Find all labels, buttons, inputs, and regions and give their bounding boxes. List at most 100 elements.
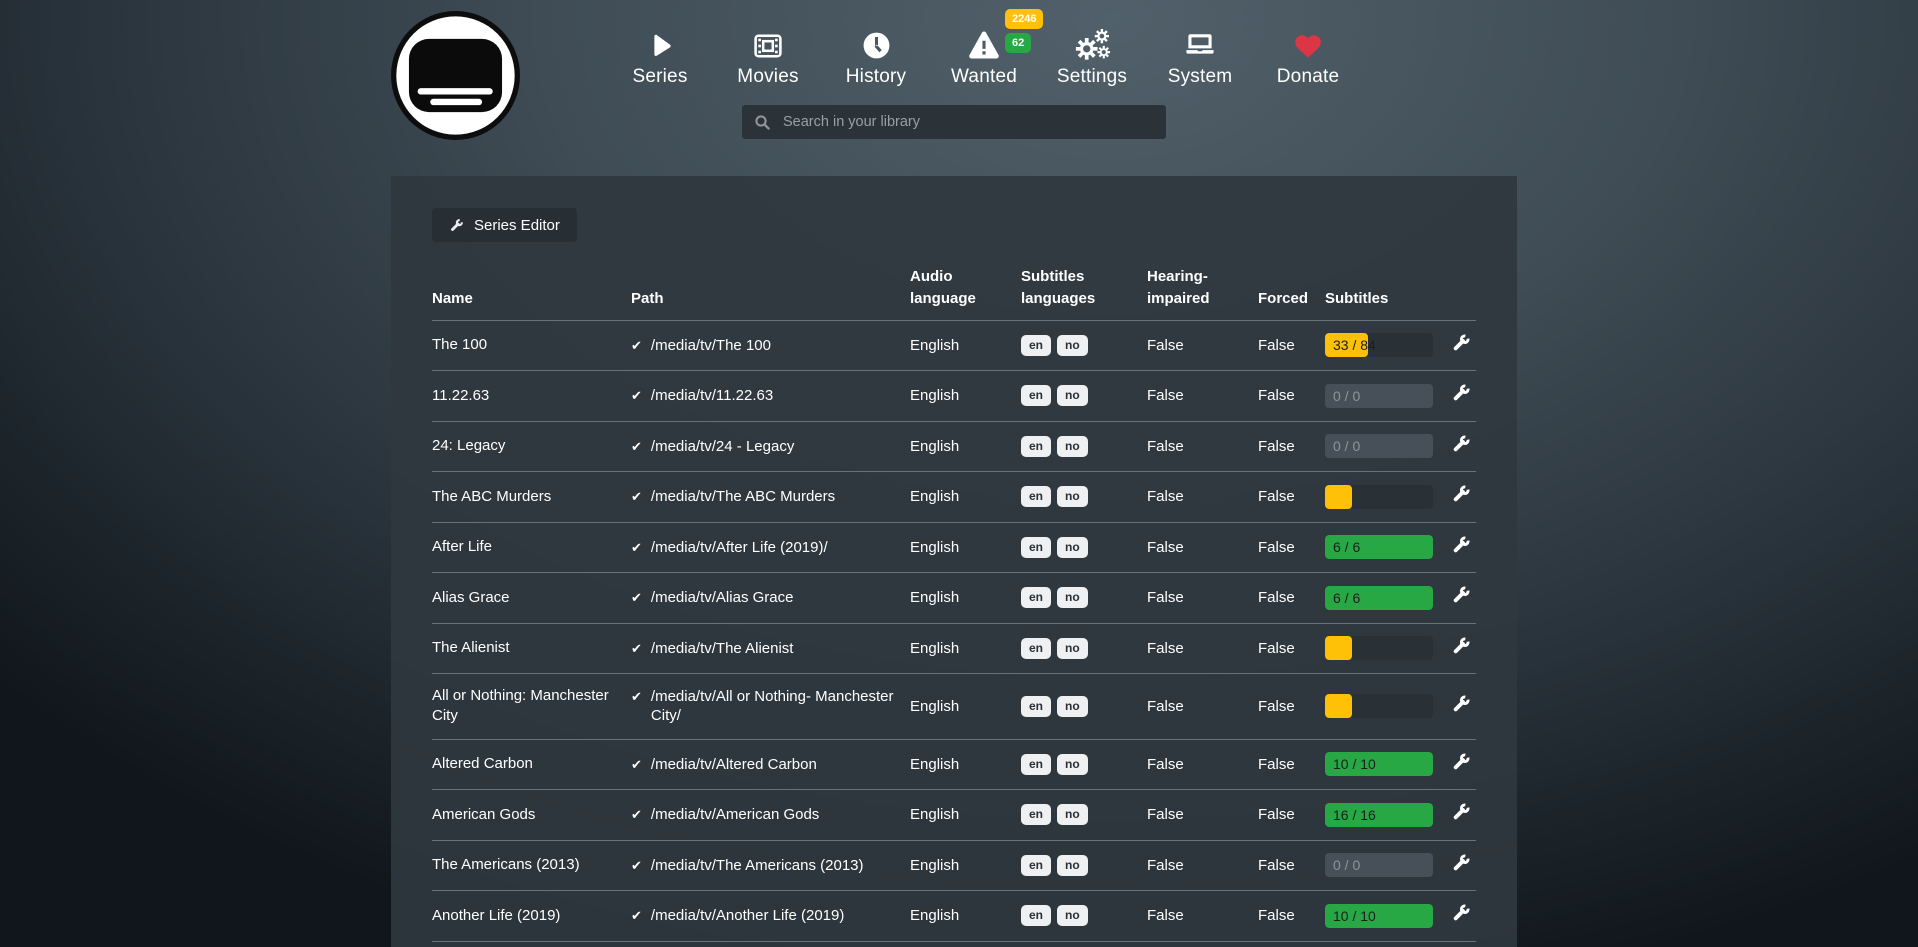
row-actions	[1451, 739, 1476, 790]
nav-item-movies[interactable]: Movies	[714, 0, 822, 88]
progress-label: 33 / 84	[1333, 333, 1376, 357]
edit-series-wrench-button[interactable]	[1451, 694, 1471, 714]
series-name: The ABC Murders	[432, 472, 631, 523]
table-row: American Gods✔/media/tv/American GodsEng…	[432, 790, 1476, 841]
edit-series-wrench-button[interactable]	[1451, 752, 1471, 772]
language-badge: en	[1021, 436, 1051, 457]
col-header-forced: Forced	[1258, 266, 1325, 320]
hearing-impaired-value: False	[1147, 674, 1258, 740]
series-name: Another Life (2019)	[432, 891, 631, 942]
path-text: /media/tv/American Gods	[651, 805, 819, 825]
col-header-actions	[1451, 266, 1476, 320]
edit-series-wrench-button[interactable]	[1451, 484, 1471, 504]
language-badge: en	[1021, 754, 1051, 775]
table-row: Another Life (2019)✔/media/tv/Another Li…	[432, 891, 1476, 942]
subtitles-languages: enno	[1021, 739, 1147, 790]
edit-series-wrench-button[interactable]	[1451, 535, 1471, 555]
edit-series-wrench-button[interactable]	[1451, 636, 1471, 656]
forced-value: False	[1258, 573, 1325, 624]
language-badge: en	[1021, 905, 1051, 926]
search-input[interactable]	[781, 113, 1154, 131]
series-path: ✔/media/tv/24 - Legacy	[631, 421, 910, 472]
app-logo[interactable]	[389, 9, 522, 142]
col-header-subtitles: Subtitles	[1325, 266, 1451, 320]
forced-value: False	[1258, 472, 1325, 523]
nav-item-settings[interactable]: Settings	[1038, 0, 1146, 88]
series-path: ✔ /media/tv/American Gods	[631, 790, 910, 841]
edit-series-wrench-button[interactable]	[1451, 585, 1471, 605]
audio-language: English	[910, 522, 1021, 573]
path-exists-check-icon: ✔	[631, 755, 642, 775]
subtitles-cell: 6 / 6	[1325, 522, 1451, 573]
language-badge: en	[1021, 587, 1051, 608]
laptop-icon	[1180, 20, 1220, 62]
progress-fill	[1325, 485, 1352, 509]
col-header-hearing-impaired: Hearing-impaired	[1147, 266, 1258, 320]
audio-language: English	[910, 674, 1021, 740]
hearing-impaired-value: False	[1147, 941, 1258, 947]
row-actions	[1451, 790, 1476, 841]
nav-item-wanted[interactable]: 224662Wanted	[930, 0, 1038, 88]
series-name: The Americans (2013)	[432, 840, 631, 891]
path-exists-check-icon: ✔	[631, 639, 642, 659]
edit-series-wrench-button[interactable]	[1451, 802, 1471, 822]
subtitles-progress-bar: 0 / 0	[1325, 384, 1433, 408]
language-badge: en	[1021, 335, 1051, 356]
series-editor-button[interactable]: Series Editor	[432, 208, 577, 242]
language-badge: en	[1021, 855, 1051, 876]
language-badge: no	[1057, 537, 1088, 558]
path-text: /media/tv/11.22.63	[651, 386, 773, 406]
hearing-impaired-value: False	[1147, 472, 1258, 523]
nav-item-history[interactable]: History	[822, 0, 930, 88]
edit-series-wrench-button[interactable]	[1451, 853, 1471, 873]
path-exists-check-icon: ✔	[631, 805, 642, 825]
play-icon	[645, 20, 675, 62]
audio-language: English	[910, 790, 1021, 841]
forced-value: False	[1258, 941, 1325, 947]
series-path: ✔/media/tv/The 100	[631, 320, 910, 371]
edit-series-wrench-button[interactable]	[1451, 333, 1471, 353]
language-badge: en	[1021, 696, 1051, 717]
subtitles-cell: 13 / 26	[1325, 941, 1451, 947]
edit-series-wrench-button[interactable]	[1451, 903, 1471, 923]
series-table: NamePathAudio languageSubtitles language…	[432, 266, 1476, 947]
cogs-icon	[1073, 20, 1112, 62]
path-exists-check-icon: ✔	[631, 687, 642, 707]
language-badge: en	[1021, 638, 1051, 659]
edit-series-wrench-button[interactable]	[1451, 383, 1471, 403]
table-row: A.P. Bio✔/media/tv/A.P. BIO/EnglishennoF…	[432, 941, 1476, 947]
progress-label: 10 / 10	[1333, 752, 1376, 776]
progress-label: 6 / 6	[1333, 586, 1360, 610]
forced-value: False	[1258, 623, 1325, 674]
nav-item-series[interactable]: Series	[606, 0, 714, 88]
row-actions	[1451, 674, 1476, 740]
forced-value: False	[1258, 790, 1325, 841]
subtitles-languages: enno	[1021, 891, 1147, 942]
forced-value: False	[1258, 421, 1325, 472]
table-row: The Americans (2013)✔/media/tv/The Ameri…	[432, 840, 1476, 891]
progress-fill	[1325, 636, 1352, 660]
hearing-impaired-value: False	[1147, 623, 1258, 674]
language-badge: no	[1057, 696, 1088, 717]
series-path: ✔/media/tv/After Life (2019)/	[631, 522, 910, 573]
row-actions	[1451, 371, 1476, 422]
nav-item-system[interactable]: System	[1146, 0, 1254, 88]
progress-label: 16 / 16	[1333, 803, 1376, 827]
language-badge: no	[1057, 385, 1088, 406]
edit-series-wrench-button[interactable]	[1451, 434, 1471, 454]
col-header-name: Name	[432, 266, 631, 320]
subtitles-progress-bar: 6 / 6	[1325, 586, 1433, 610]
subtitles-languages: enno	[1021, 941, 1147, 947]
subtitles-cell	[1325, 623, 1451, 674]
row-actions	[1451, 320, 1476, 371]
forced-value: False	[1258, 739, 1325, 790]
subtitles-progress-bar: 6 / 6	[1325, 535, 1433, 559]
path-text: /media/tv/The Alienist	[651, 639, 794, 659]
subtitles-progress-bar: 10 / 10	[1325, 752, 1433, 776]
language-badge: en	[1021, 804, 1051, 825]
table-row: After Life✔/media/tv/After Life (2019)/E…	[432, 522, 1476, 573]
path-text: /media/tv/The ABC Murders	[651, 487, 835, 507]
nav-label: Series	[632, 66, 687, 88]
progress-label: 6 / 6	[1333, 535, 1360, 559]
nav-item-donate[interactable]: Donate	[1254, 0, 1362, 88]
